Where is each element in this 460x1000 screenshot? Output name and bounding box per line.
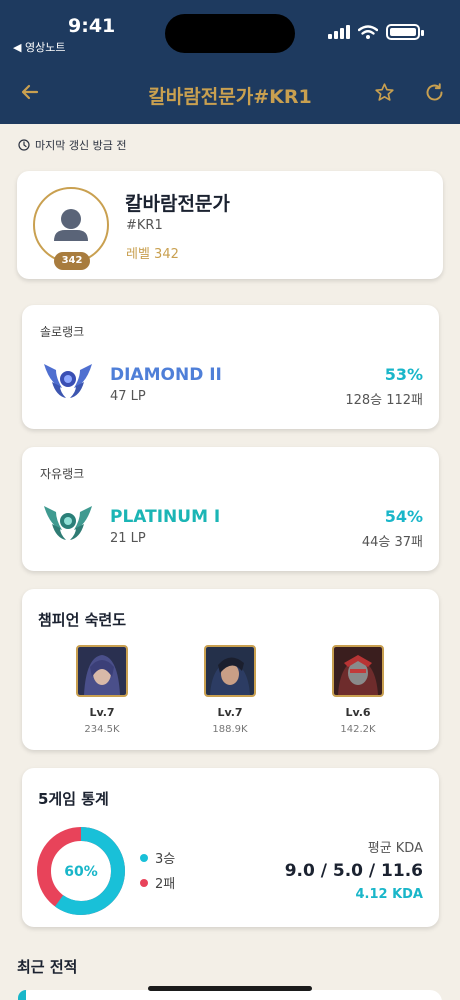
legend-wins: 3승 [140, 848, 175, 867]
rank-record: 128승 112패 [345, 393, 423, 408]
stats-card: 5게임 통계 60% 3승 2패 평균 KDA 9.0 / 5.0 / 11.6… [22, 768, 439, 927]
clock-icon [18, 139, 30, 151]
summoner-level: 레벨 342 [126, 247, 179, 262]
rank-tier: PLATINUM I [110, 507, 221, 527]
rank-tier: DIAMOND II [110, 365, 222, 385]
rank-winrate: 54% [384, 507, 423, 526]
section-title: 최근 전적 [17, 958, 78, 976]
rank-lp: 21 LP [110, 531, 146, 546]
rank-lp: 47 LP [110, 389, 146, 404]
wifi-icon [358, 25, 378, 39]
champion-mastery-item[interactable]: Lv.7 234.5K [67, 645, 137, 735]
solo-rank-card[interactable]: 솔로랭크 DIAMOND II 47 LP 53% 128승 112패 [22, 305, 439, 429]
user-icon [54, 209, 88, 241]
profile-card: 342 칼바람전문가 #KR1 레벨 342 [17, 171, 443, 279]
battery-icon [386, 24, 420, 40]
kda-value: 9.0 / 5.0 / 11.6 [284, 861, 423, 881]
champion-mastery-item[interactable]: Lv.7 188.9K [195, 645, 265, 735]
champion-points: 234.5K [84, 724, 120, 735]
dynamic-island [165, 14, 295, 53]
home-indicator[interactable] [148, 986, 312, 991]
platinum-emblem-icon [44, 506, 92, 540]
champion-level: Lv.7 [89, 706, 115, 719]
summoner-name: 칼바람전문가 [125, 193, 230, 215]
recent-match-accent [18, 990, 26, 1000]
champion-mastery-item[interactable]: Lv.6 142.2K [323, 645, 393, 735]
signal-icon [328, 25, 350, 39]
section-title: 5게임 통계 [38, 790, 109, 808]
refresh-icon[interactable] [424, 82, 445, 103]
mastery-card: 챔피언 숙련도 Lv.7 234.5K Lv.7 188.9K Lv.6 142… [22, 589, 439, 750]
kda-ratio: 4.12 KDA [355, 887, 423, 902]
rank-type-label: 솔로랭크 [40, 325, 85, 339]
loss-dot [140, 878, 148, 887]
champion-portrait [332, 645, 384, 697]
summoner-tag: #KR1 [126, 218, 163, 233]
kda-label: 평균 KDA [367, 841, 423, 856]
donut-center-label: 60% [64, 864, 98, 880]
diamond-emblem-icon [44, 364, 92, 398]
rank-record: 44승 37패 [361, 535, 423, 550]
rank-type-label: 자유랭크 [40, 467, 85, 481]
rank-winrate: 53% [384, 365, 423, 384]
status-time: 9:41 [68, 15, 116, 37]
app-header: 9:41 ◀ 영상노트 칼바람전문가#KR1 [0, 0, 460, 124]
champion-portrait [76, 645, 128, 697]
level-badge: 342 [54, 252, 90, 270]
section-title: 챔피언 숙련도 [38, 611, 127, 629]
recent-match-card[interactable] [18, 990, 442, 1000]
winrate-donut-chart: 60% [37, 827, 125, 915]
wins-label: 3승 [155, 852, 176, 867]
status-icons [328, 24, 420, 40]
champion-points: 188.9K [212, 724, 248, 735]
legend-losses: 2패 [140, 873, 175, 892]
flex-rank-card[interactable]: 자유랭크 PLATINUM I 21 LP 54% 44승 37패 [22, 447, 439, 571]
back-to-app-link[interactable]: ◀ 영상노트 [13, 39, 65, 55]
last-updated-text: 마지막 갱신 방금 전 [35, 139, 127, 152]
champion-portrait [204, 645, 256, 697]
champion-points: 142.2K [340, 724, 376, 735]
losses-label: 2패 [155, 877, 176, 892]
champion-level: Lv.6 [345, 706, 371, 719]
win-dot [140, 853, 148, 862]
star-icon[interactable] [374, 82, 395, 103]
last-updated: 마지막 갱신 방금 전 [18, 137, 126, 153]
champion-level: Lv.7 [217, 706, 243, 719]
